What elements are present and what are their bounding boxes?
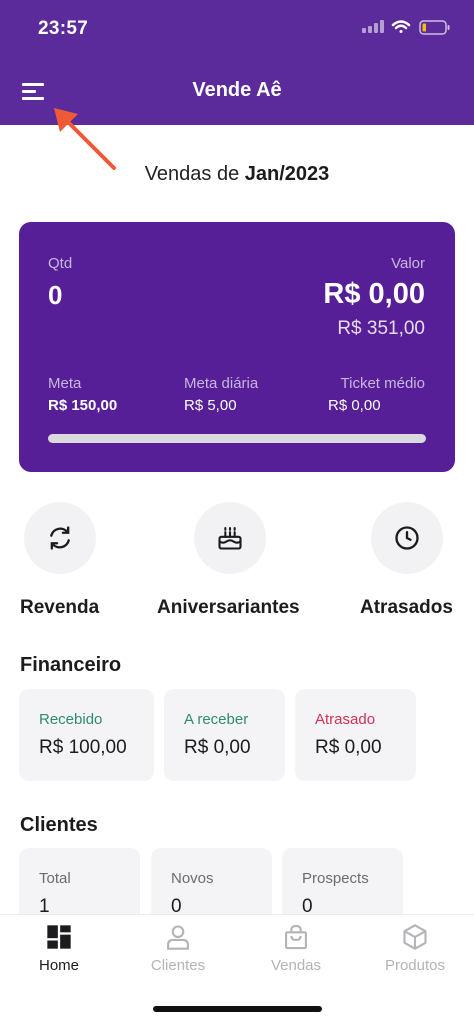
shortcut-label-aniversariantes: Aniversariantes <box>157 597 300 618</box>
shortcut-label-atrasados: Atrasados <box>360 597 453 618</box>
status-time: 23:57 <box>38 18 89 39</box>
sales-summary-card: Qtd 0 Valor R$ 0,00 R$ 351,00 Meta R$ 15… <box>19 222 455 472</box>
home-grid-icon <box>47 925 71 949</box>
fin-label-recebido: Recebido <box>39 711 103 728</box>
clientes-title: Clientes <box>20 814 98 836</box>
fin-card-recebido[interactable]: Recebido R$ 100,00 <box>19 689 154 781</box>
meta-label: Meta <box>48 375 82 392</box>
battery-icon <box>419 20 450 35</box>
status-icons <box>362 20 450 35</box>
ticket-label: Ticket médio <box>340 375 425 392</box>
valor-secondary: R$ 351,00 <box>337 318 425 339</box>
person-icon <box>167 925 189 950</box>
signal-icon <box>362 20 384 33</box>
period-month: Jan/2023 <box>244 163 330 185</box>
nav-label-vendas: Vendas <box>270 957 322 974</box>
birthday-cake-icon <box>218 527 242 550</box>
fin-label-atrasado: Atrasado <box>315 711 376 728</box>
period-prefix: Vendas de <box>144 163 240 185</box>
wifi-icon <box>391 20 411 33</box>
sales-period: Vendas de Jan/2023 <box>0 163 474 186</box>
nav-label-clientes: Clientes <box>150 957 206 974</box>
fin-value-a-receber: R$ 0,00 <box>184 737 251 758</box>
fin-value-recebido: R$ 100,00 <box>39 737 127 758</box>
home-indicator <box>153 1006 322 1012</box>
fin-card-atrasado[interactable]: Atrasado R$ 0,00 <box>295 689 416 781</box>
fin-value-atrasado: R$ 0,00 <box>315 737 382 758</box>
valor-label: Valor <box>391 255 425 272</box>
shortcut-atrasados[interactable] <box>371 502 443 574</box>
meta-diaria-label: Meta diária <box>184 375 259 392</box>
fin-label-a-receber: A receber <box>184 711 249 728</box>
app-title: Vende Aê <box>192 79 282 101</box>
shortcut-aniversariantes[interactable] <box>194 502 266 574</box>
shopping-bag-icon <box>285 924 307 950</box>
cli-label-total: Total <box>39 870 71 887</box>
nav-vendas[interactable]: Vendas <box>237 923 355 983</box>
goal-progress-bar <box>48 434 426 443</box>
shortcut-revenda[interactable] <box>24 502 96 574</box>
valor-value: R$ 0,00 <box>323 278 425 310</box>
cli-label-prospects: Prospects <box>302 870 369 887</box>
nav-label-produtos: Produtos <box>384 957 446 974</box>
financeiro-title: Financeiro <box>20 654 122 676</box>
box-icon <box>403 924 427 950</box>
meta-value: R$ 150,00 <box>48 397 118 414</box>
qtd-value: 0 <box>48 280 63 310</box>
refresh-icon <box>50 526 70 550</box>
clock-icon <box>395 526 419 550</box>
cli-label-novos: Novos <box>171 870 214 887</box>
nav-home[interactable]: Home <box>0 923 118 983</box>
nav-clientes[interactable]: Clientes <box>119 923 237 983</box>
fin-card-a-receber[interactable]: A receber R$ 0,00 <box>164 689 285 781</box>
nav-label-home: Home <box>38 957 79 974</box>
shortcut-label-revenda: Revenda <box>20 597 100 618</box>
ticket-value: R$ 0,00 <box>328 397 381 414</box>
qtd-label: Qtd <box>48 255 73 272</box>
nav-produtos[interactable]: Produtos <box>356 923 474 983</box>
meta-diaria-value: R$ 5,00 <box>184 397 237 414</box>
